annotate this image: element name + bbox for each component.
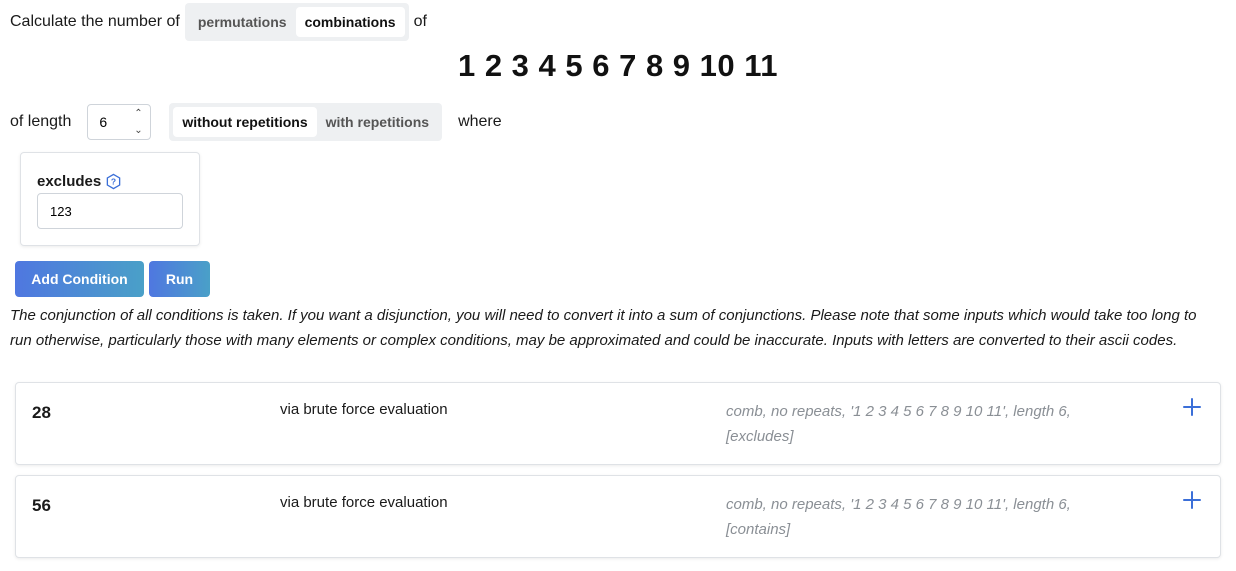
question-circle-icon[interactable]: ? — [105, 173, 122, 190]
expand-plus-icon[interactable] — [1182, 490, 1202, 510]
result-card: 28 via brute force evaluation comb, no r… — [15, 382, 1221, 465]
conjunction-note: The conjunction of all conditions is tak… — [10, 307, 1197, 349]
condition-value-input[interactable] — [37, 193, 183, 229]
result-method: via brute force evaluation — [280, 401, 448, 418]
repetition-segmented-control: without repetitions with repetitions — [169, 103, 443, 141]
run-button[interactable]: Run — [149, 261, 210, 297]
repetition-option-without[interactable]: without repetitions — [173, 107, 317, 137]
expand-plus-icon[interactable] — [1182, 397, 1202, 417]
length-input[interactable] — [88, 105, 127, 139]
svg-text:?: ? — [111, 177, 116, 187]
result-description: comb, no repeats, '1 2 3 4 5 6 7 8 9 10 … — [726, 403, 1071, 445]
elements-display: 1 2 3 4 5 6 7 8 9 10 11 — [457, 48, 779, 83]
result-count: 28 — [32, 403, 51, 422]
decrement-icon[interactable]: ⌄ — [126, 122, 150, 139]
result-description: comb, no repeats, '1 2 3 4 5 6 7 8 9 10 … — [726, 496, 1071, 538]
mode-suffix-label: of — [413, 13, 427, 30]
length-stepper: ⌃ ⌄ — [87, 104, 152, 140]
add-condition-button[interactable]: Add Condition — [15, 261, 144, 297]
condition-label: excludes — [37, 173, 102, 190]
length-suffix-label: where — [458, 113, 502, 130]
mode-option-combinations[interactable]: combinations — [295, 7, 405, 37]
result-count: 56 — [32, 496, 51, 515]
result-method: via brute force evaluation — [280, 494, 448, 511]
mode-option-permutations[interactable]: permutations — [189, 7, 296, 37]
condition-card: excludes ? — [20, 152, 200, 246]
mode-prefix-label: Calculate the number of — [10, 13, 180, 30]
increment-icon[interactable]: ⌃ — [126, 105, 150, 122]
mode-segmented-control: permutations combinations — [184, 3, 409, 41]
mode-row: Calculate the number of permutations com… — [10, 3, 427, 41]
length-row: of length ⌃ ⌄ without repetitions with r… — [10, 102, 502, 142]
length-prefix-label: of length — [10, 113, 72, 130]
repetition-option-with[interactable]: with repetitions — [317, 107, 438, 137]
result-card: 56 via brute force evaluation comb, no r… — [15, 475, 1221, 558]
condition-label-row: excludes ? — [37, 173, 122, 190]
